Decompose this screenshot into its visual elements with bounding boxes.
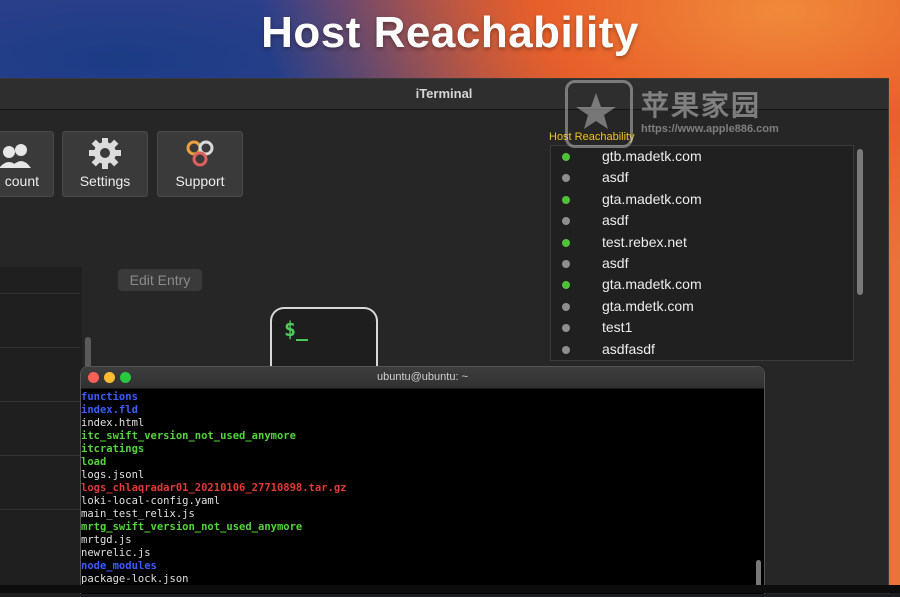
dock-edge — [0, 585, 900, 593]
connections-list[interactable] — [0, 267, 82, 597]
host-name: gta.mdetk.com — [602, 297, 694, 314]
status-dot-icon — [562, 217, 570, 226]
host-name: asdf — [602, 254, 629, 271]
status-dot-icon — [562, 153, 570, 161]
close-button[interactable] — [88, 372, 99, 383]
list-divider — [0, 401, 80, 402]
terminal-line: node_modules — [81, 560, 157, 572]
host-name: gta.madetk.com — [602, 190, 702, 207]
terminal-line: mrtgd.js — [81, 534, 132, 546]
host-name: test.rebex.net — [602, 233, 687, 250]
terminal-line: itc_swift_version_not_used_anymore — [81, 430, 296, 442]
host-list-scrollbar[interactable] — [857, 149, 863, 295]
minimize-button[interactable] — [104, 372, 115, 383]
terminal-line: main_test_relix.js — [81, 508, 195, 520]
list-divider — [0, 347, 80, 348]
status-dot-icon — [562, 259, 570, 268]
terminal-line: loki-local-config.yaml — [81, 495, 221, 507]
host-name: asdf — [602, 169, 629, 186]
terminal-line: itcratings — [81, 443, 145, 455]
host-name: gta.madetk.com — [602, 276, 702, 293]
terminal-prompt-glyph: $_ — [284, 317, 309, 341]
status-dot-icon — [562, 302, 570, 311]
support-button-label: Support — [175, 173, 225, 189]
host-name: test1 — [602, 319, 633, 336]
host-reachability-list[interactable]: gtb.madetk.com asdf gta.madetk.com asdf test… — [550, 145, 854, 361]
watermark-star-logo-icon — [565, 80, 633, 148]
lifebuoy-icon — [158, 138, 242, 172]
gear-icon — [63, 137, 147, 172]
host-name: asdfasdf — [602, 340, 655, 357]
terminal-line: index.fld — [81, 404, 138, 416]
account-button-label: count — [4, 173, 39, 189]
terminal-line: functions — [81, 391, 138, 403]
list-divider — [0, 455, 80, 456]
settings-button-label: Settings — [79, 173, 131, 189]
status-dot-icon — [562, 324, 570, 333]
host-row[interactable]: asdf — [551, 253, 853, 274]
status-dot-icon — [562, 281, 570, 290]
terminal-titlebar: ubuntu@ubuntu: ~ — [81, 367, 764, 389]
zoom-button[interactable] — [120, 372, 131, 383]
host-name: asdf — [602, 212, 629, 229]
watermark-url: https://www.apple886.com — [641, 123, 779, 135]
terminal-title: ubuntu@ubuntu: ~ — [377, 371, 468, 383]
host-row[interactable]: test.rebex.net — [551, 232, 853, 253]
slide-title: Host Reachability — [261, 8, 639, 57]
host-row[interactable]: test1 — [551, 317, 853, 338]
host-row[interactable]: asdfasdf — [551, 339, 853, 360]
terminal-line: load — [81, 456, 107, 468]
edit-entry-button[interactable]: Edit Entry — [118, 269, 202, 291]
account-button[interactable]: count — [0, 131, 54, 197]
status-dot-icon — [562, 345, 570, 354]
status-dot-icon — [562, 195, 570, 204]
list-divider — [0, 509, 80, 510]
host-row[interactable]: gtb.madetk.com — [551, 146, 853, 167]
settings-button[interactable]: Settings — [62, 131, 148, 197]
host-row[interactable]: asdf — [551, 210, 853, 231]
terminal-line: newrelic.js — [81, 547, 151, 559]
host-name: gtb.madetk.com — [602, 148, 702, 164]
ubuntu-terminal-window[interactable]: ubuntu@ubuntu: ~ functions index.fld index… — [80, 366, 765, 594]
watermark: 苹果家园 https://www.apple886.com — [565, 80, 805, 148]
terminal-output[interactable]: functions index.fld index.html itc_swift_ve… — [81, 389, 764, 586]
host-row[interactable]: gta.madetk.com — [551, 189, 853, 210]
watermark-text: 苹果家园 — [641, 90, 762, 121]
host-row[interactable]: gta.madetk.com — [551, 274, 853, 295]
account-icon — [0, 138, 53, 172]
host-row[interactable]: asdf — [551, 167, 853, 188]
terminal-line: logs_chlaqradar01_20210106_27710898.tar.… — [81, 482, 347, 494]
status-dot-icon — [562, 174, 570, 183]
host-row[interactable]: gta.mdetk.com — [551, 296, 853, 317]
terminal-line: logs.jsonl — [81, 469, 145, 481]
list-divider — [0, 293, 80, 294]
terminal-line: index.html — [81, 417, 145, 429]
support-button[interactable]: Support — [157, 131, 243, 197]
terminal-line: mrtg_swift_version_not_used_anymore — [81, 521, 303, 533]
status-dot-icon — [562, 238, 570, 247]
